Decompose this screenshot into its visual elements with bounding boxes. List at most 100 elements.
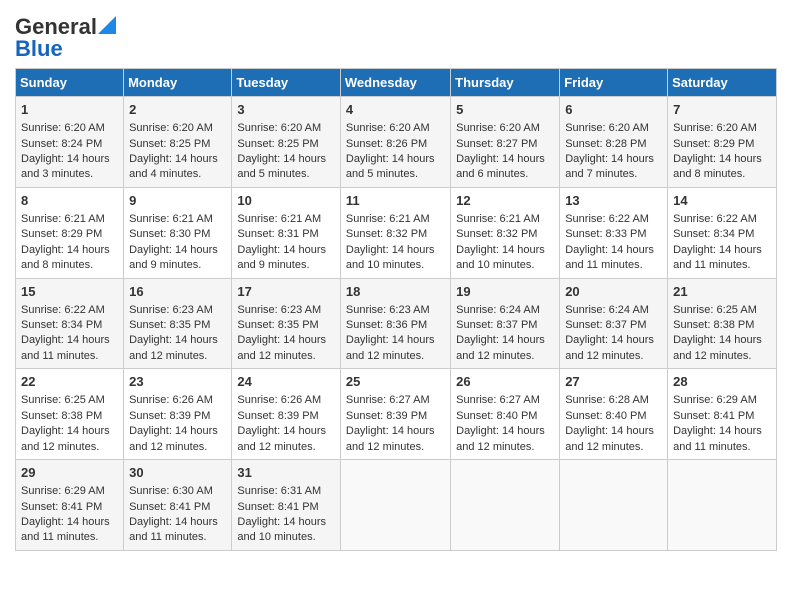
calendar-cell: 9Sunrise: 6:21 AMSunset: 8:30 PMDaylight…	[124, 187, 232, 278]
daylight-text: and 11 minutes.	[673, 440, 771, 455]
sunrise-text: Sunrise: 6:27 AM	[346, 393, 445, 408]
calendar-cell: 26Sunrise: 6:27 AMSunset: 8:40 PMDayligh…	[451, 369, 560, 460]
calendar-dow-wednesday: Wednesday	[340, 69, 450, 97]
sunset-text: Sunset: 8:41 PM	[21, 500, 118, 515]
daylight-text: and 4 minutes.	[129, 167, 226, 182]
sunrise-text: Sunrise: 6:23 AM	[129, 303, 226, 318]
calendar-cell: 3Sunrise: 6:20 AMSunset: 8:25 PMDaylight…	[232, 97, 341, 188]
daylight-text: Daylight: 14 hours	[346, 152, 445, 167]
sunset-text: Sunset: 8:31 PM	[237, 227, 335, 242]
daylight-text: Daylight: 14 hours	[456, 152, 554, 167]
calendar-week-4: 22Sunrise: 6:25 AMSunset: 8:38 PMDayligh…	[16, 369, 777, 460]
daylight-text: and 12 minutes.	[21, 440, 118, 455]
sunrise-text: Sunrise: 6:20 AM	[346, 121, 445, 136]
day-number: 6	[565, 101, 662, 119]
calendar-cell: 28Sunrise: 6:29 AMSunset: 8:41 PMDayligh…	[668, 369, 777, 460]
calendar-dow-saturday: Saturday	[668, 69, 777, 97]
daylight-text: Daylight: 14 hours	[565, 152, 662, 167]
sunset-text: Sunset: 8:38 PM	[21, 409, 118, 424]
daylight-text: Daylight: 14 hours	[237, 515, 335, 530]
daylight-text: and 8 minutes.	[21, 258, 118, 273]
calendar-cell: 27Sunrise: 6:28 AMSunset: 8:40 PMDayligh…	[560, 369, 668, 460]
sunset-text: Sunset: 8:39 PM	[237, 409, 335, 424]
sunrise-text: Sunrise: 6:20 AM	[456, 121, 554, 136]
sunset-text: Sunset: 8:29 PM	[673, 137, 771, 152]
calendar-cell: 5Sunrise: 6:20 AMSunset: 8:27 PMDaylight…	[451, 97, 560, 188]
sunset-text: Sunset: 8:39 PM	[129, 409, 226, 424]
sunrise-text: Sunrise: 6:30 AM	[129, 484, 226, 499]
sunset-text: Sunset: 8:29 PM	[21, 227, 118, 242]
daylight-text: and 9 minutes.	[237, 258, 335, 273]
daylight-text: and 12 minutes.	[456, 440, 554, 455]
day-number: 14	[673, 192, 771, 210]
calendar-cell	[340, 460, 450, 551]
daylight-text: Daylight: 14 hours	[129, 333, 226, 348]
sunset-text: Sunset: 8:40 PM	[456, 409, 554, 424]
day-number: 2	[129, 101, 226, 119]
sunrise-text: Sunrise: 6:21 AM	[21, 212, 118, 227]
sunrise-text: Sunrise: 6:20 AM	[129, 121, 226, 136]
calendar-cell: 20Sunrise: 6:24 AMSunset: 8:37 PMDayligh…	[560, 278, 668, 369]
daylight-text: and 11 minutes.	[565, 258, 662, 273]
calendar-cell: 30Sunrise: 6:30 AMSunset: 8:41 PMDayligh…	[124, 460, 232, 551]
calendar-cell: 17Sunrise: 6:23 AMSunset: 8:35 PMDayligh…	[232, 278, 341, 369]
calendar-week-3: 15Sunrise: 6:22 AMSunset: 8:34 PMDayligh…	[16, 278, 777, 369]
daylight-text: Daylight: 14 hours	[456, 243, 554, 258]
calendar-dow-friday: Friday	[560, 69, 668, 97]
logo: General Blue	[15, 14, 116, 62]
sunrise-text: Sunrise: 6:26 AM	[237, 393, 335, 408]
calendar-cell: 4Sunrise: 6:20 AMSunset: 8:26 PMDaylight…	[340, 97, 450, 188]
day-number: 8	[21, 192, 118, 210]
daylight-text: and 8 minutes.	[673, 167, 771, 182]
daylight-text: Daylight: 14 hours	[129, 424, 226, 439]
sunrise-text: Sunrise: 6:29 AM	[673, 393, 771, 408]
day-number: 23	[129, 373, 226, 391]
calendar-cell: 6Sunrise: 6:20 AMSunset: 8:28 PMDaylight…	[560, 97, 668, 188]
daylight-text: Daylight: 14 hours	[565, 333, 662, 348]
day-number: 22	[21, 373, 118, 391]
calendar-week-5: 29Sunrise: 6:29 AMSunset: 8:41 PMDayligh…	[16, 460, 777, 551]
calendar-cell: 10Sunrise: 6:21 AMSunset: 8:31 PMDayligh…	[232, 187, 341, 278]
calendar-cell	[668, 460, 777, 551]
daylight-text: and 11 minutes.	[21, 530, 118, 545]
sunrise-text: Sunrise: 6:23 AM	[237, 303, 335, 318]
calendar-dow-thursday: Thursday	[451, 69, 560, 97]
sunrise-text: Sunrise: 6:31 AM	[237, 484, 335, 499]
day-number: 13	[565, 192, 662, 210]
day-number: 24	[237, 373, 335, 391]
sunset-text: Sunset: 8:32 PM	[456, 227, 554, 242]
daylight-text: Daylight: 14 hours	[21, 152, 118, 167]
calendar-dow-sunday: Sunday	[16, 69, 124, 97]
day-number: 29	[21, 464, 118, 482]
day-number: 31	[237, 464, 335, 482]
calendar-header-row: SundayMondayTuesdayWednesdayThursdayFrid…	[16, 69, 777, 97]
daylight-text: Daylight: 14 hours	[21, 424, 118, 439]
daylight-text: and 11 minutes.	[21, 349, 118, 364]
sunrise-text: Sunrise: 6:22 AM	[21, 303, 118, 318]
daylight-text: Daylight: 14 hours	[129, 243, 226, 258]
sunrise-text: Sunrise: 6:27 AM	[456, 393, 554, 408]
daylight-text: and 12 minutes.	[346, 349, 445, 364]
day-number: 20	[565, 283, 662, 301]
calendar-cell: 2Sunrise: 6:20 AMSunset: 8:25 PMDaylight…	[124, 97, 232, 188]
daylight-text: Daylight: 14 hours	[456, 424, 554, 439]
daylight-text: and 12 minutes.	[237, 349, 335, 364]
day-number: 27	[565, 373, 662, 391]
calendar-cell: 24 Sunrise: 6:26 AMSunset: 8:39 PMDayligh…	[232, 369, 341, 460]
sunrise-text: Sunrise: 6:22 AM	[565, 212, 662, 227]
day-number: 3	[237, 101, 335, 119]
sunset-text: Sunset: 8:30 PM	[129, 227, 226, 242]
calendar-cell: 29Sunrise: 6:29 AMSunset: 8:41 PMDayligh…	[16, 460, 124, 551]
sunset-text: Sunset: 8:34 PM	[673, 227, 771, 242]
daylight-text: Daylight: 14 hours	[673, 243, 771, 258]
calendar-cell: 7Sunrise: 6:20 AMSunset: 8:29 PMDaylight…	[668, 97, 777, 188]
daylight-text: Daylight: 14 hours	[673, 333, 771, 348]
sunrise-text: Sunrise: 6:21 AM	[237, 212, 335, 227]
logo-icon	[98, 16, 116, 34]
daylight-text: Daylight: 14 hours	[237, 424, 335, 439]
sunset-text: Sunset: 8:35 PM	[237, 318, 335, 333]
calendar-cell: 11Sunrise: 6:21 AMSunset: 8:32 PMDayligh…	[340, 187, 450, 278]
daylight-text: Daylight: 14 hours	[673, 152, 771, 167]
sunrise-text: Sunrise: 6:20 AM	[565, 121, 662, 136]
sunrise-text: Sunrise: 6:25 AM	[673, 303, 771, 318]
